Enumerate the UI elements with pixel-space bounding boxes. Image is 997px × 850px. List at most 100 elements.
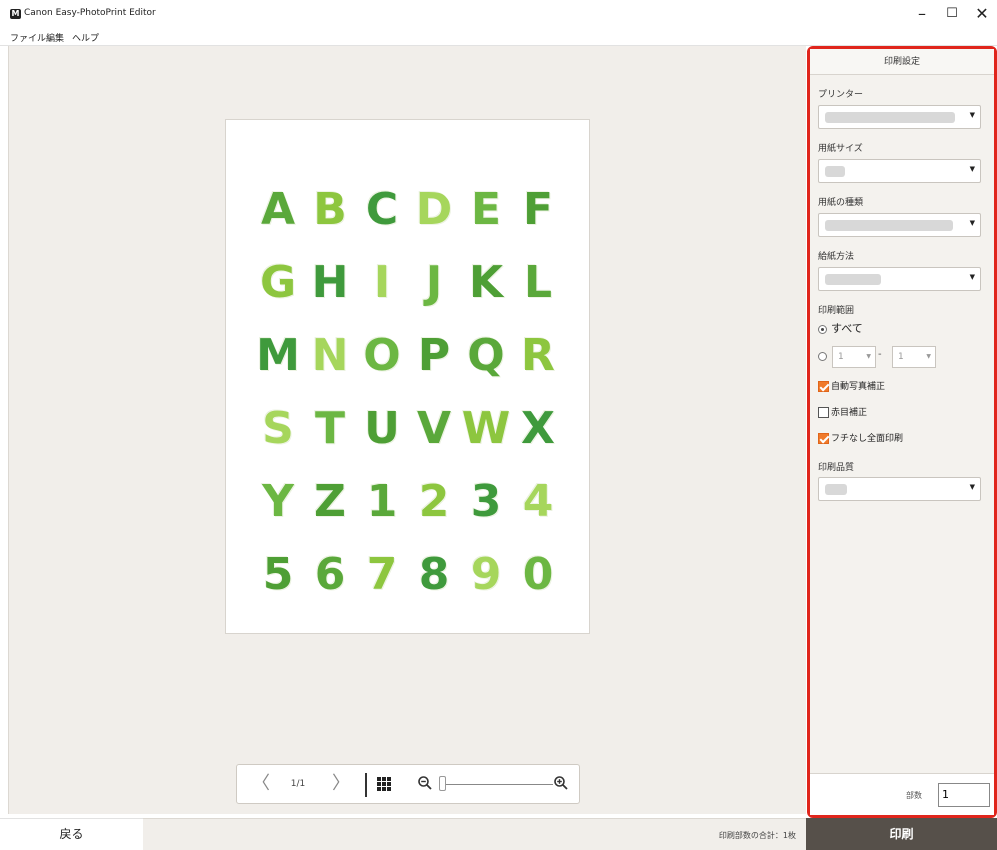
letter-sticker-g: G [259, 257, 297, 308]
letter-sticker-l: L [523, 257, 553, 308]
media-type-label: 用紙の種類 [818, 198, 864, 208]
range-from-spinner[interactable]: 1 ▼ [832, 346, 876, 368]
borderless-checkbox[interactable] [818, 433, 829, 444]
app-logo-icon: M [10, 9, 21, 19]
paper-preview: ABCDEF GHIJKL MNOPQR STUVWX YZ1234 567890 [225, 119, 590, 634]
panel-title: 印刷設定 [810, 49, 994, 75]
letter-sticker-f: F [522, 184, 554, 235]
letter-sticker-2: 2 [418, 476, 450, 527]
letter-sticker-n: N [311, 330, 349, 381]
paper-size-value-redacted [825, 166, 845, 177]
next-page-button[interactable]: 〉 [331, 773, 351, 795]
status-bar: 印刷部数の合計：1枚 [143, 818, 806, 850]
range-all-option[interactable]: すべて [818, 320, 863, 336]
letter-sticker-u: U [364, 403, 400, 454]
maximize-button[interactable]: ☐ [937, 3, 967, 25]
chevron-down-icon: ▼ [969, 111, 975, 119]
toolbar-divider [365, 773, 367, 797]
range-separator: - [878, 349, 882, 360]
paper-size-select[interactable]: ▼ [818, 159, 981, 183]
print-quality-select[interactable]: ▼ [818, 477, 981, 501]
paper-source-select[interactable]: ▼ [818, 267, 981, 291]
letter-sticker-4: 4 [522, 476, 554, 527]
chevron-down-icon: ▼ [969, 273, 975, 281]
chevron-down-icon: ▼ [866, 353, 871, 360]
chevron-down-icon: ▼ [926, 353, 931, 360]
media-type-select[interactable]: ▼ [818, 213, 981, 237]
print-range-label: 印刷範囲 [818, 306, 855, 316]
range-all-label: すべて [831, 322, 863, 335]
media-type-value-redacted [825, 220, 953, 231]
letter-sticker-6: 6 [314, 549, 346, 600]
page-indicator: 1/1 [290, 779, 306, 789]
paper-source-label: 給紙方法 [818, 252, 855, 262]
letter-sticker-a: A [260, 184, 296, 235]
menu-edit[interactable]: 編集 [46, 31, 64, 44]
letter-sticker-1: 1 [366, 476, 398, 527]
letter-sticker-e: E [470, 184, 502, 235]
letter-sticker-9: 9 [470, 549, 502, 600]
chevron-down-icon: ▼ [969, 219, 975, 227]
print-quality-label: 印刷品質 [818, 463, 855, 473]
previous-page-button[interactable]: 〈 [251, 773, 271, 795]
letter-sticker-q: Q [467, 330, 505, 381]
red-eye-label: 赤目補正 [831, 408, 868, 418]
printer-value-redacted [825, 112, 955, 123]
letter-sticker-v: V [416, 403, 452, 454]
auto-correct-label: 自動写真補正 [831, 382, 886, 392]
radio-selected[interactable] [818, 324, 827, 334]
thumbnail-grid-icon[interactable] [377, 777, 391, 791]
borderless-option[interactable]: フチなし全面印刷 [818, 431, 903, 444]
letter-sticker-t: T [314, 403, 345, 454]
letter-sticker-i: I [373, 257, 391, 308]
preview-canvas: ABCDEF GHIJKL MNOPQR STUVWX YZ1234 567890 〈 1… [8, 46, 806, 814]
letter-sticker-b: B [313, 184, 347, 235]
zoom-out-icon[interactable] [417, 775, 435, 793]
copies-label: 部数 [906, 791, 922, 800]
letter-sticker-s: S [262, 403, 294, 454]
paper-size-label: 用紙サイズ [818, 144, 863, 154]
paper-source-value-redacted [825, 274, 881, 285]
copies-input[interactable]: 1 [938, 783, 990, 807]
close-button[interactable]: ✕ [967, 3, 997, 25]
letter-sticker-c: C [365, 184, 399, 235]
back-button[interactable]: 戻る [0, 818, 143, 850]
red-eye-option[interactable]: 赤目補正 [818, 405, 867, 418]
zoom-slider-thumb[interactable] [439, 776, 447, 791]
letter-sticker-d: D [415, 184, 453, 235]
range-pages-radio[interactable] [818, 352, 827, 361]
borderless-label: フチなし全面印刷 [831, 434, 904, 444]
letter-sticker-h: H [311, 257, 349, 308]
letter-sticker-k: K [468, 257, 504, 308]
letter-sticker-w: W [461, 403, 511, 454]
print-quality-value-redacted [825, 484, 847, 495]
letter-sticker-5: 5 [262, 549, 294, 600]
range-to-spinner[interactable]: 1 ▼ [892, 346, 936, 368]
auto-correct-checkbox[interactable] [818, 381, 829, 392]
app-window: M Canon Easy-PhotoPrint Editor – ☐ ✕ ファイ… [0, 0, 997, 850]
total-copies-status: 印刷部数の合計：1枚 [718, 831, 796, 840]
letter-sticker-y: Y [262, 476, 294, 527]
letter-sticker-p: P [417, 330, 451, 381]
printer-select[interactable]: ▼ [818, 105, 981, 129]
title-bar: M Canon Easy-PhotoPrint Editor – ☐ ✕ [0, 0, 997, 28]
zoom-in-icon[interactable] [553, 775, 571, 793]
menu-bar: ファイル 編集 ヘルプ [0, 28, 997, 46]
zoom-slider-track[interactable] [443, 784, 553, 785]
letter-sticker-z: Z [314, 476, 346, 527]
red-eye-checkbox[interactable] [818, 407, 829, 418]
minimize-button[interactable]: – [907, 3, 937, 25]
letter-sticker-3: 3 [470, 476, 502, 527]
page-navigation-toolbar: 〈 1/1 〉 [236, 764, 580, 804]
copies-area: 部数 1 [810, 773, 994, 815]
menu-file[interactable]: ファイル [10, 31, 46, 44]
print-button[interactable]: 印刷 [806, 818, 997, 850]
chevron-down-icon: ▼ [969, 483, 975, 491]
printer-label: プリンター [818, 90, 864, 100]
letter-sticker-r: R [521, 330, 555, 381]
range-from-value: 1 [838, 352, 844, 362]
print-settings-panel: 印刷設定 プリンター ▼ 用紙サイズ ▼ 用紙の種類 ▼ 給紙方法 ▼ 印刷範囲… [807, 46, 997, 818]
menu-help[interactable]: ヘルプ [72, 31, 99, 44]
letter-sticker-j: J [425, 257, 443, 308]
auto-correct-option[interactable]: 自動写真補正 [818, 379, 885, 392]
